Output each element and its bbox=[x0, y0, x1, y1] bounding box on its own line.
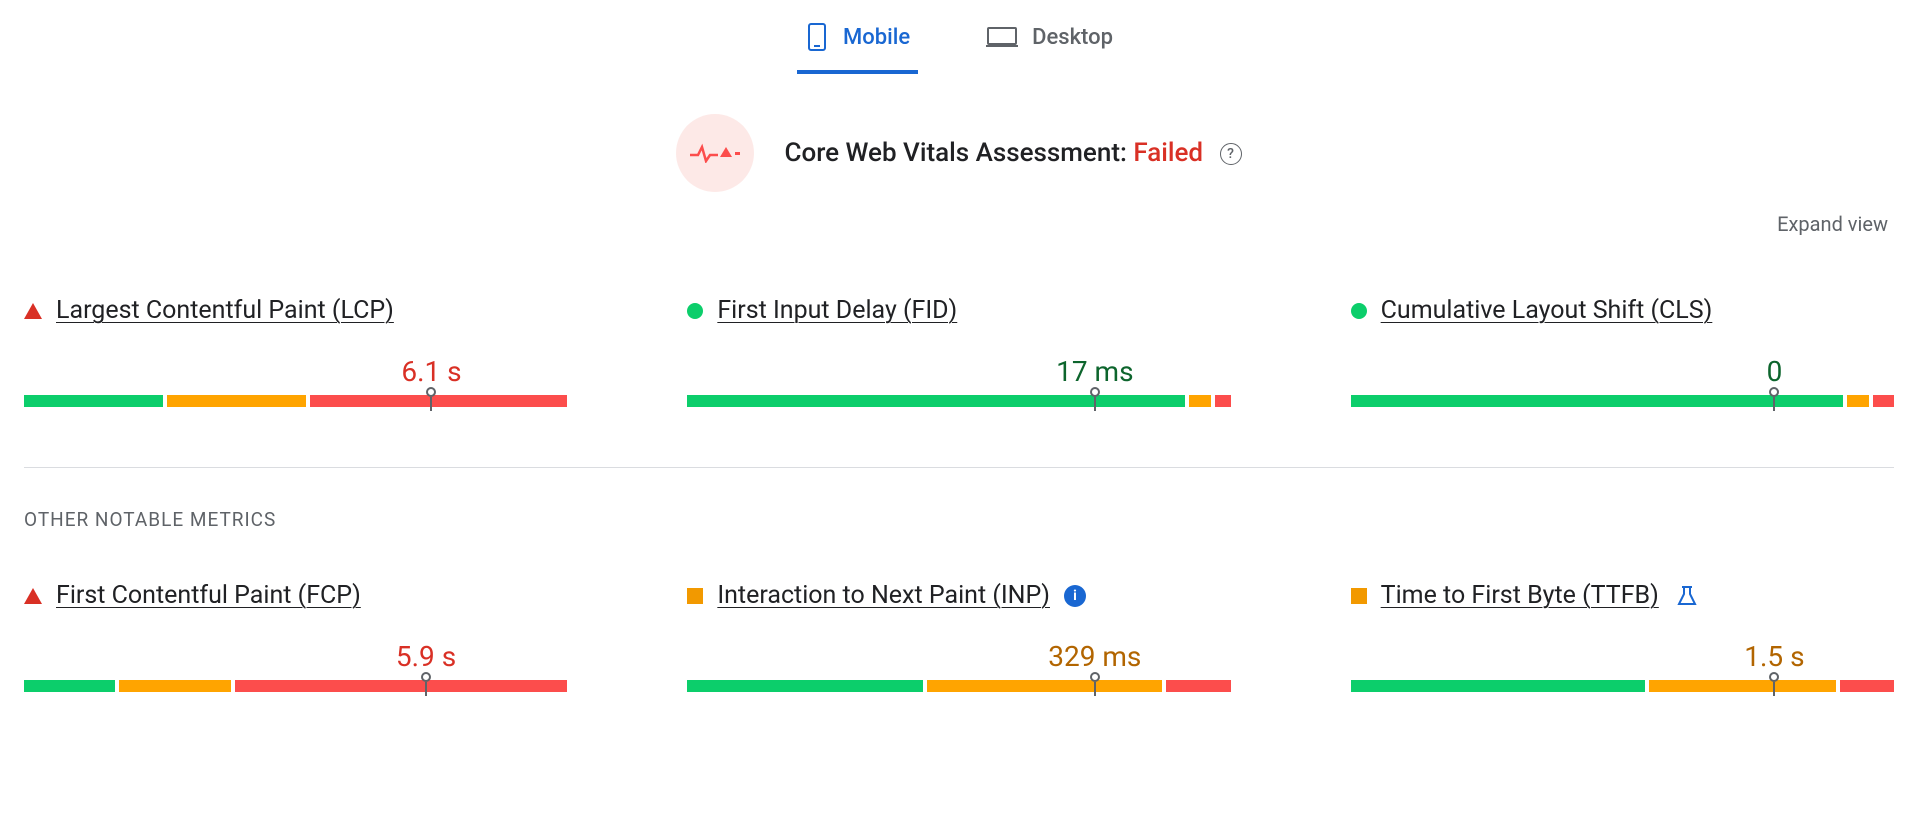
tab-mobile[interactable]: Mobile bbox=[797, 12, 918, 74]
metric-value-wrap: 17 ms bbox=[687, 355, 1230, 389]
metric-value-wrap: 1.5 s bbox=[1351, 640, 1894, 674]
metric-head: Interaction to Next Paint (INP) i bbox=[687, 581, 1230, 610]
distribution-bar bbox=[24, 680, 567, 692]
other-metrics-grid: First Contentful Paint (FCP) 5.9 s Interac… bbox=[24, 581, 1894, 692]
status-pass-icon bbox=[1351, 303, 1367, 319]
metric-title-ttfb[interactable]: Time to First Byte (TTFB) bbox=[1381, 581, 1659, 610]
distribution-bar bbox=[1351, 680, 1894, 692]
device-tabs: Mobile Desktop bbox=[24, 0, 1894, 74]
status-warn-icon bbox=[1351, 588, 1367, 604]
tab-desktop[interactable]: Desktop bbox=[978, 12, 1121, 74]
expand-view-link[interactable]: Expand view bbox=[1777, 212, 1888, 236]
distribution-bar bbox=[24, 395, 567, 407]
metric-head: Time to First Byte (TTFB) bbox=[1351, 581, 1894, 610]
core-metrics-grid: Largest Contentful Paint (LCP) 6.1 s First… bbox=[24, 296, 1894, 407]
metric-title-lcp[interactable]: Largest Contentful Paint (LCP) bbox=[56, 296, 394, 325]
segment-red bbox=[1215, 395, 1231, 407]
distribution-bar bbox=[687, 395, 1230, 407]
segment-green bbox=[687, 395, 1185, 407]
assessment-title: Core Web Vitals Assessment: Failed ? bbox=[784, 138, 1241, 168]
value-marker bbox=[426, 387, 436, 411]
segment-red bbox=[1873, 395, 1894, 407]
status-warn-icon bbox=[687, 588, 703, 604]
assessment-badge-icon bbox=[676, 114, 754, 192]
help-icon[interactable]: ? bbox=[1220, 143, 1242, 165]
metric-ttfb: Time to First Byte (TTFB) 1.5 s bbox=[1351, 581, 1894, 692]
status-pass-icon bbox=[687, 303, 703, 319]
segment-amber bbox=[167, 395, 306, 407]
metric-title-fid[interactable]: First Input Delay (FID) bbox=[717, 296, 957, 325]
status-fail-icon bbox=[24, 303, 42, 319]
section-divider bbox=[24, 467, 1894, 468]
metric-value-lcp: 6.1 s bbox=[401, 355, 461, 388]
metric-value-inp: 329 ms bbox=[1048, 640, 1141, 673]
info-icon[interactable]: i bbox=[1064, 585, 1086, 607]
other-metrics-heading: OTHER NOTABLE METRICS bbox=[24, 508, 1894, 531]
metric-value-wrap: 6.1 s bbox=[24, 355, 567, 389]
tab-mobile-label: Mobile bbox=[843, 25, 910, 50]
metric-value-wrap: 329 ms bbox=[687, 640, 1230, 674]
metric-value-fcp: 5.9 s bbox=[396, 640, 456, 673]
assessment-label: Core Web Vitals Assessment: bbox=[784, 138, 1126, 168]
metric-title-cls[interactable]: Cumulative Layout Shift (CLS) bbox=[1381, 296, 1713, 325]
assessment-row: Core Web Vitals Assessment: Failed ? bbox=[24, 114, 1894, 192]
segment-amber bbox=[1847, 395, 1868, 407]
metric-value-wrap: 5.9 s bbox=[24, 640, 567, 674]
segment-red bbox=[310, 395, 567, 407]
distribution-bar bbox=[687, 680, 1230, 692]
desktop-icon bbox=[986, 25, 1018, 49]
metric-fid: First Input Delay (FID) 17 ms bbox=[687, 296, 1230, 407]
value-marker bbox=[1769, 387, 1779, 411]
mobile-icon bbox=[805, 22, 829, 52]
assessment-status: Failed bbox=[1133, 138, 1203, 168]
segment-red bbox=[235, 680, 567, 692]
metric-head: First Contentful Paint (FCP) bbox=[24, 581, 567, 610]
metric-inp: Interaction to Next Paint (INP) i 329 ms bbox=[687, 581, 1230, 692]
segment-amber bbox=[927, 680, 1163, 692]
metric-value-wrap: 0 bbox=[1351, 355, 1894, 389]
metric-value-cls: 0 bbox=[1767, 355, 1783, 388]
metric-lcp: Largest Contentful Paint (LCP) 6.1 s bbox=[24, 296, 567, 407]
metric-head: Cumulative Layout Shift (CLS) bbox=[1351, 296, 1894, 325]
value-marker bbox=[421, 672, 431, 696]
value-marker bbox=[1769, 672, 1779, 696]
flask-icon[interactable] bbox=[1677, 585, 1697, 607]
metric-head: Largest Contentful Paint (LCP) bbox=[24, 296, 567, 325]
segment-red bbox=[1166, 680, 1230, 692]
metric-head: First Input Delay (FID) bbox=[687, 296, 1230, 325]
value-marker bbox=[1090, 672, 1100, 696]
value-marker bbox=[1090, 387, 1100, 411]
segment-green bbox=[24, 395, 163, 407]
tab-desktop-label: Desktop bbox=[1032, 25, 1113, 50]
segment-amber bbox=[119, 680, 231, 692]
metric-title-inp[interactable]: Interaction to Next Paint (INP) bbox=[717, 581, 1050, 610]
metric-value-ttfb: 1.5 s bbox=[1744, 640, 1804, 673]
distribution-bar bbox=[1351, 395, 1894, 407]
segment-green bbox=[1351, 680, 1645, 692]
metric-fcp: First Contentful Paint (FCP) 5.9 s bbox=[24, 581, 567, 692]
segment-amber bbox=[1189, 395, 1210, 407]
segment-green bbox=[687, 680, 923, 692]
segment-red bbox=[1840, 680, 1894, 692]
metric-title-fcp[interactable]: First Contentful Paint (FCP) bbox=[56, 581, 361, 610]
metric-value-fid: 17 ms bbox=[1056, 355, 1133, 388]
metric-cls: Cumulative Layout Shift (CLS) 0 bbox=[1351, 296, 1894, 407]
status-fail-icon bbox=[24, 588, 42, 604]
segment-amber bbox=[1649, 680, 1836, 692]
segment-green bbox=[24, 680, 115, 692]
